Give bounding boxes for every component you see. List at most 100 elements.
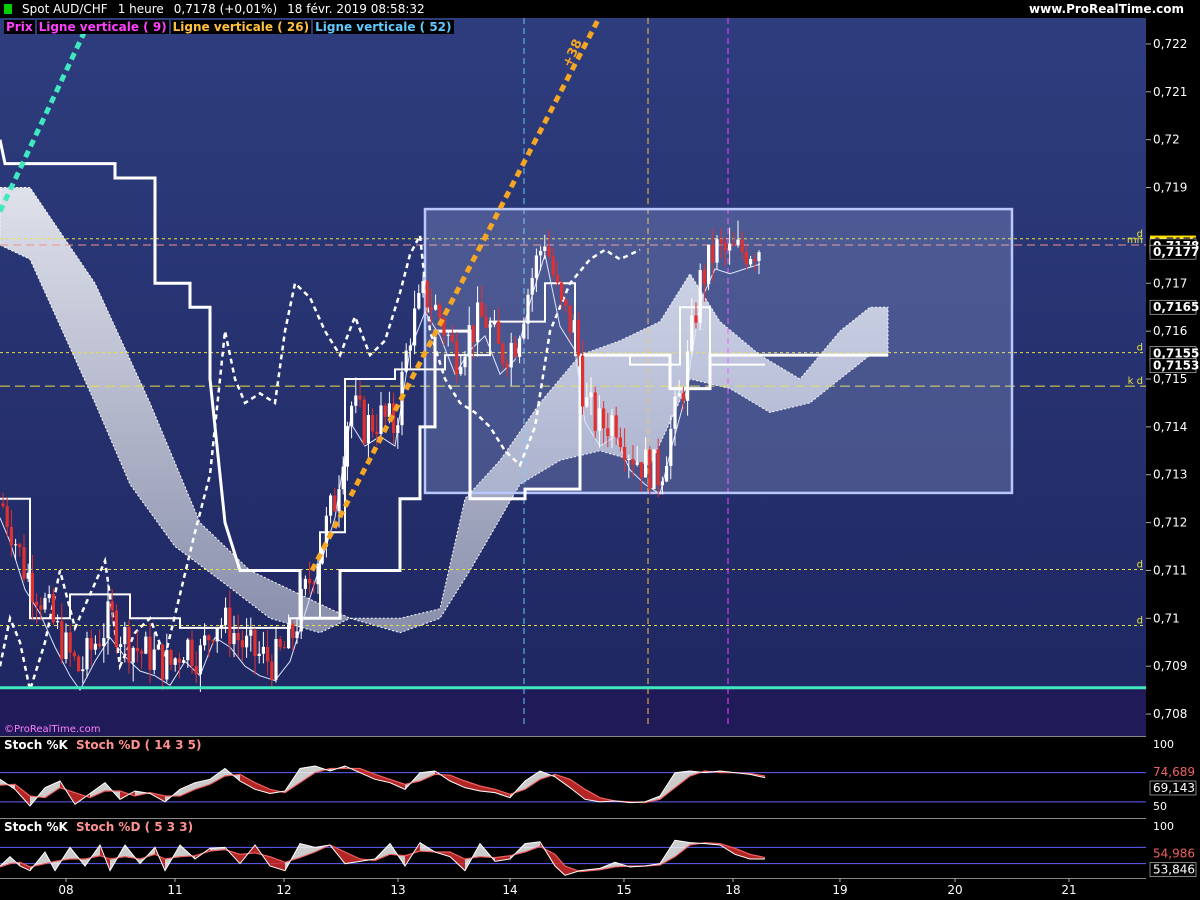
legend-item-0[interactable]: Prix [4,20,35,34]
candle-body [295,631,299,639]
candle-body [686,351,690,401]
candle-body [417,292,421,309]
stoch2-d-label: Stoch %D ( 5 3 3) [75,820,194,834]
candle-body [753,259,757,261]
candle-body [618,437,622,447]
candle-body [375,431,379,435]
candle-body [438,304,442,319]
candle-body [316,563,320,585]
candle-body [51,594,55,623]
stoch2-legend: Stoch %K Stoch %D ( 5 3 3) [2,820,196,834]
candle-body [690,315,694,352]
candle-body [593,392,597,431]
candle-body [9,526,13,546]
candle-body [30,572,34,602]
candle-body [182,660,186,663]
price-tick-label: 0,708 [1153,707,1187,721]
candle-body [77,656,81,672]
candle-body [140,651,144,654]
candle-body [337,489,341,512]
legend-item-2[interactable]: Ligne verticale ( 26) [170,20,312,34]
candle-body [354,395,358,406]
price-tick-label: 0,719 [1153,181,1187,195]
candle-body [329,495,333,516]
level-marker: d [1137,343,1143,354]
candle-body [572,320,576,333]
candle-body [408,345,412,351]
candle-body [505,363,509,368]
candle-body [673,396,677,429]
candle-body [333,495,337,512]
price-tick-label: 0,716 [1153,324,1187,338]
legend-item-3[interactable]: Ligne verticale ( 52) [313,20,454,34]
candle-body [627,458,631,461]
stoch-axis-top: 100 [1153,820,1174,833]
timeframe-label[interactable]: 1 heure [118,0,164,18]
candle-body [631,458,635,465]
candle-body [161,644,165,680]
candle-body [152,649,156,670]
candle-body [597,408,601,431]
time-tick-label: 18 [725,883,740,897]
time-tick-label: 11 [167,883,182,897]
candle-body [123,627,127,645]
candle-body [257,653,261,657]
candle-body [362,399,366,444]
candle-body [190,639,194,666]
candle-body [614,415,618,438]
candle-body [711,244,715,263]
stoch2-k-label: Stoch %K [4,820,68,834]
candle-body [261,646,265,654]
candle-body [203,635,207,646]
price-tick-label: 0,713 [1153,468,1187,482]
price-tick-label: 0,715 [1153,372,1187,386]
candle-body [476,302,480,343]
candle-body [543,246,547,251]
price-tick-label: 0,721 [1153,85,1187,99]
candle-body [18,544,22,548]
candle-body [211,640,215,642]
candle-body [240,640,244,648]
price-tick-label: 0,714 [1153,420,1187,434]
stoch-k-value: 53,846 [1153,863,1195,877]
candle-body [551,256,555,275]
candle-body [127,627,131,663]
candle-body [308,578,312,584]
candle-body [110,601,114,611]
candle-body [635,462,639,465]
candle-body [119,644,123,648]
candle-body [219,625,223,629]
candle-body [560,282,564,300]
time-tick-label: 15 [616,883,631,897]
price-chart[interactable]: +38 0,7220,7210,720,7190,7170,7160,7150,… [0,18,1200,736]
candle-body [589,392,593,398]
candle-body [383,405,387,417]
candle-body [623,446,627,461]
legend-item-1[interactable]: Ligne verticale ( 9) [36,20,169,34]
candle-body [232,633,236,645]
brand-link[interactable]: www.ProRealTime.com [1029,0,1184,18]
stoch-axis-bottom: 50 [1153,800,1167,813]
candle-body [72,652,76,657]
time-axis[interactable]: 08 11 12 13 14 15 18 19 20 21 [0,878,1200,900]
instrument-status-icon [4,4,12,14]
candle-body [492,321,496,325]
candle-body [404,350,408,372]
instrument-name: Spot AUD/CHF [22,2,108,16]
candle-body [719,239,723,243]
time-tick-label: 19 [832,883,847,897]
candle-body [102,638,106,647]
price-change: 0,7178 (+0,01%) [173,2,278,16]
candle-body [518,338,522,357]
candle-body [555,274,559,283]
candle-body [14,544,18,546]
candle-body [434,304,438,310]
candle-body [299,588,303,632]
candle-body [581,355,585,407]
candle-body [568,305,572,333]
candle-body [106,601,110,639]
candle-body [707,244,711,285]
candle-body [39,605,43,610]
candle-body [681,393,685,401]
price-tick-label: 0,711 [1153,563,1187,577]
